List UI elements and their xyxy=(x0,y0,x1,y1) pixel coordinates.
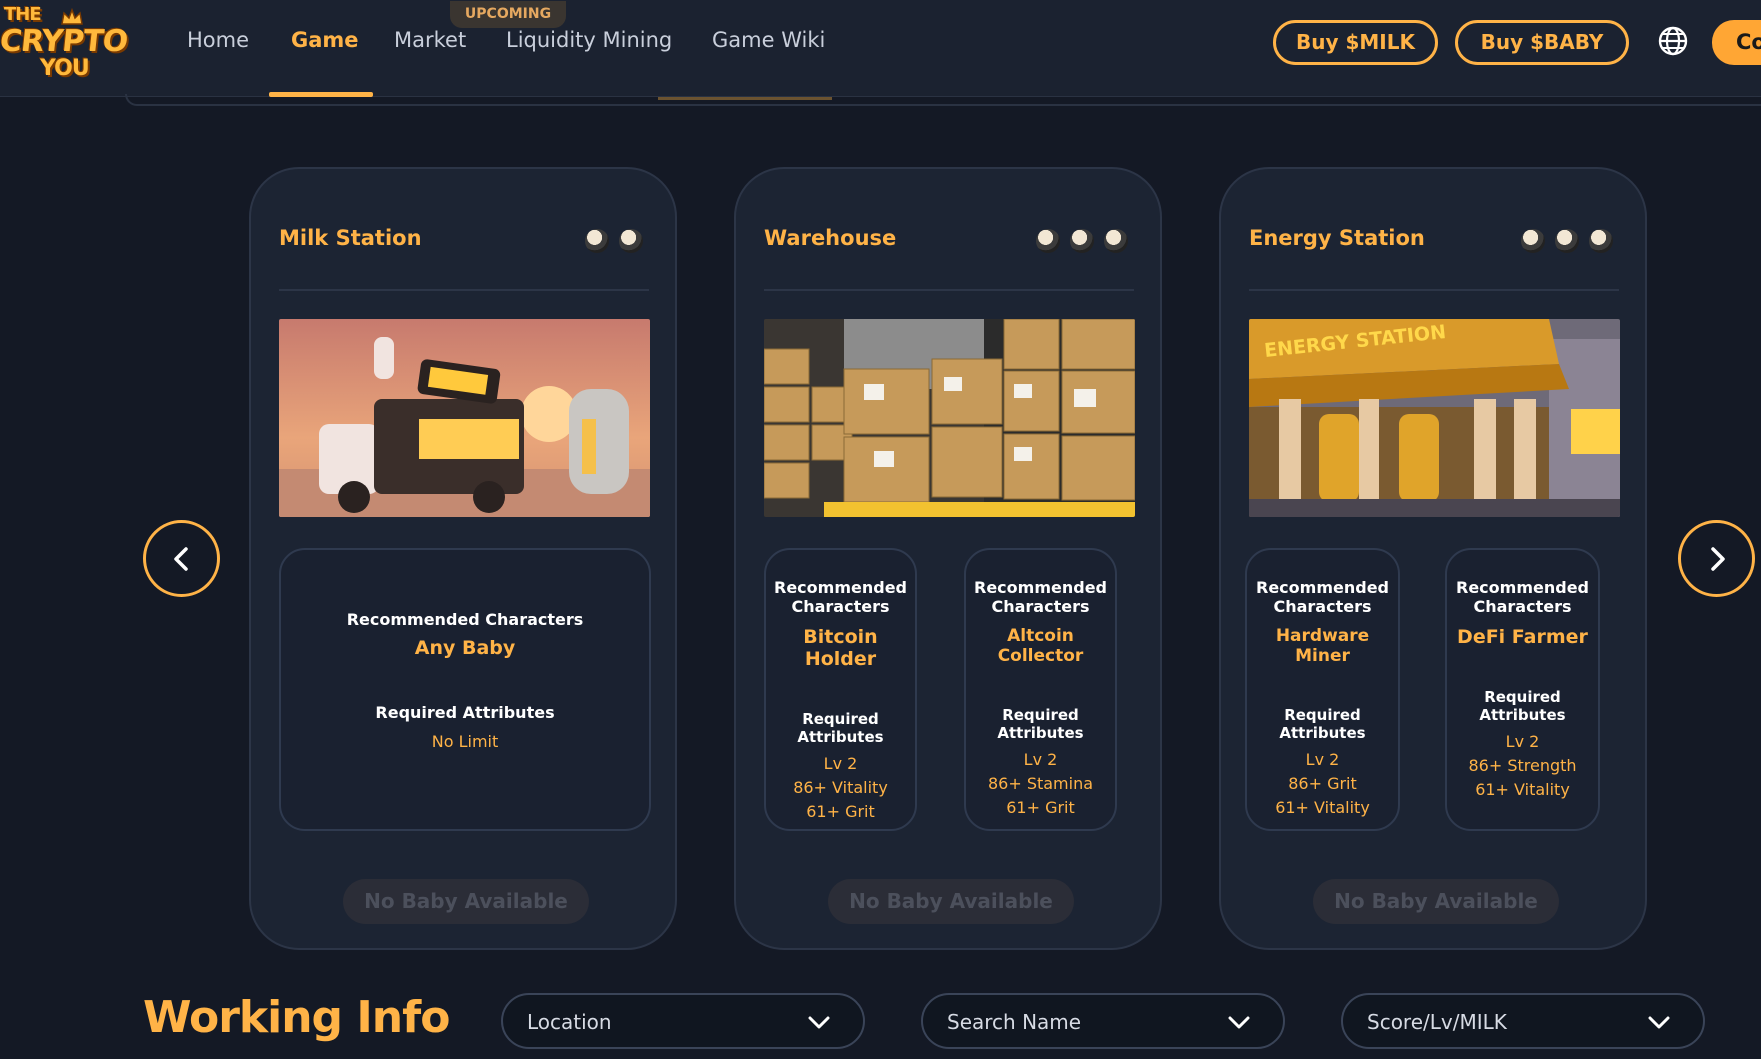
upcoming-badge: UPCOMING xyxy=(450,1,566,28)
recommended-character: Bitcoin Holder xyxy=(803,626,878,670)
no-baby-available-button[interactable]: No Baby Available xyxy=(1313,879,1559,924)
sort-dropdown[interactable]: Score/Lv/MILK xyxy=(1341,993,1705,1049)
divider xyxy=(279,289,649,291)
logo-text-bottom: YOU xyxy=(40,56,90,81)
attribute-value: Lv 2 xyxy=(823,754,858,773)
chevron-down-icon xyxy=(808,1016,830,1029)
required-attributes-label: Required Attributes xyxy=(1479,688,1566,724)
no-baby-available-button[interactable]: No Baby Available xyxy=(828,879,1074,924)
requirement-panel: Recommended Characters Bitcoin Holder Re… xyxy=(764,548,917,831)
subnav-frame xyxy=(125,94,1761,106)
dropdown-label: Score/Lv/MILK xyxy=(1367,1010,1507,1034)
recommended-characters-label: Recommended Characters xyxy=(1456,578,1589,616)
recommended-characters-label: Recommended Characters xyxy=(974,578,1107,616)
nav-market[interactable]: Market xyxy=(394,28,466,52)
divider xyxy=(1249,289,1619,291)
baby-slot-icon xyxy=(1555,229,1579,253)
work-location-card: Milk Station Recommended Characters Any … xyxy=(249,167,677,950)
attribute-value: 86+ Stamina xyxy=(987,774,1094,793)
card-title: Warehouse xyxy=(764,226,897,250)
attribute-value: 61+ Vitality xyxy=(1275,798,1370,817)
attribute-value: No Limit xyxy=(431,732,499,751)
warehouse-image xyxy=(764,319,1135,517)
requirement-panel: Recommended Characters Hardware Miner Re… xyxy=(1245,548,1400,831)
required-attributes-label: Required Attributes xyxy=(1279,706,1366,742)
nav-game-wiki[interactable]: Game Wiki xyxy=(712,28,825,52)
top-navbar: THE CRYPTO YOU Home Game Market Liquidit… xyxy=(0,0,1761,97)
buy-milk-button[interactable]: Buy $MILK xyxy=(1273,20,1438,65)
connect-wallet-button[interactable]: Co xyxy=(1712,20,1761,65)
no-baby-available-button[interactable]: No Baby Available xyxy=(343,879,589,924)
baby-slot-icon xyxy=(619,229,643,253)
baby-slots xyxy=(585,229,643,253)
milk-station-image xyxy=(279,319,650,517)
location-dropdown[interactable]: Location xyxy=(501,993,865,1049)
recommended-character: Hardware Miner xyxy=(1275,626,1370,666)
requirement-panel: Recommended Characters DeFi Farmer Requi… xyxy=(1445,548,1600,831)
recommended-character: Altcoin Collector xyxy=(997,626,1084,666)
attribute-value: Lv 2 xyxy=(1505,732,1540,751)
requirement-panel: Recommended Characters Altcoin Collector… xyxy=(964,548,1117,831)
attribute-value: Lv 2 xyxy=(1023,750,1058,769)
required-attributes-label: Required Attributes xyxy=(997,706,1084,742)
attribute-value: 61+ Grit xyxy=(1006,798,1075,817)
attribute-value: 86+ Grit xyxy=(1288,774,1357,793)
work-location-card: Warehouse Recommended Characters Bitcoin… xyxy=(734,167,1162,950)
baby-slot-icon xyxy=(1070,229,1094,253)
nav-home[interactable]: Home xyxy=(187,28,249,52)
chevron-down-icon xyxy=(1648,1016,1670,1029)
subnav-indicator xyxy=(658,97,832,100)
nav-liquidity-mining[interactable]: Liquidity Mining xyxy=(506,28,672,52)
chevron-left-icon xyxy=(173,546,188,571)
working-info-title: Working Info xyxy=(143,992,450,1043)
buy-baby-button[interactable]: Buy $BABY xyxy=(1455,20,1629,65)
card-title: Milk Station xyxy=(279,226,422,250)
nav-game[interactable]: Game xyxy=(291,28,359,52)
baby-slot-icon xyxy=(1521,229,1545,253)
carousel-next-button[interactable] xyxy=(1678,520,1755,597)
requirement-panel: Recommended Characters Any Baby Required… xyxy=(279,548,651,831)
divider xyxy=(764,289,1134,291)
carousel-prev-button[interactable] xyxy=(143,520,220,597)
recommended-characters-label: Recommended Characters xyxy=(346,610,584,629)
recommended-characters-label: Recommended Characters xyxy=(774,578,907,616)
required-attributes-label: Required Attributes xyxy=(375,703,555,722)
card-title: Energy Station xyxy=(1249,226,1425,250)
dropdown-label: Search Name xyxy=(947,1010,1082,1034)
brand-logo[interactable]: THE CRYPTO YOU xyxy=(0,2,135,82)
baby-slots xyxy=(1521,229,1613,253)
chevron-down-icon xyxy=(1228,1016,1250,1029)
dropdown-label: Location xyxy=(527,1010,612,1034)
logo-text-middle: CRYPTO xyxy=(0,24,129,59)
baby-slot-icon xyxy=(1104,229,1128,253)
attribute-value: 61+ Grit xyxy=(806,802,875,821)
recommended-character: Any Baby xyxy=(414,637,516,659)
baby-slot-icon xyxy=(585,229,609,253)
attribute-value: 61+ Vitality xyxy=(1475,780,1570,799)
recommended-character: DeFi Farmer xyxy=(1457,626,1588,648)
attribute-value: 86+ Strength xyxy=(1468,756,1577,775)
globe-icon[interactable] xyxy=(1657,25,1689,57)
required-attributes-label: Required Attributes xyxy=(797,710,884,746)
attribute-value: Lv 2 xyxy=(1305,750,1340,769)
logo-text-top: THE xyxy=(4,4,42,25)
energy-station-image: ENERGY STATION xyxy=(1249,319,1620,517)
attribute-value: 86+ Vitality xyxy=(793,778,888,797)
work-location-card: Energy Station ENERGY STATION Recommende… xyxy=(1219,167,1647,950)
chevron-right-icon xyxy=(1710,546,1725,571)
recommended-characters-label: Recommended Characters xyxy=(1256,578,1389,616)
baby-slots xyxy=(1036,229,1128,253)
baby-slot-icon xyxy=(1589,229,1613,253)
search-name-dropdown[interactable]: Search Name xyxy=(921,993,1285,1049)
baby-slot-icon xyxy=(1036,229,1060,253)
